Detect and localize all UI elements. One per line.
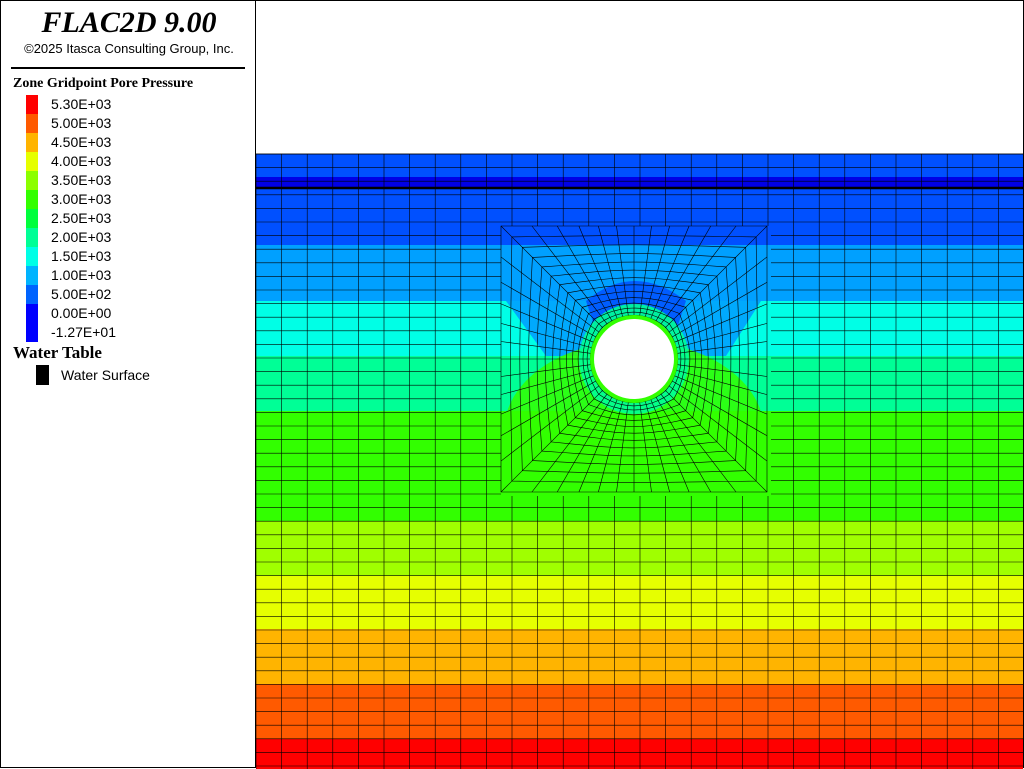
legend-label: 2.50E+03 (51, 210, 112, 226)
legend-label: 5.00E+03 (51, 115, 112, 131)
contour-band (256, 739, 1023, 769)
legend-swatch (26, 304, 38, 323)
plot-panel[interactable] (256, 0, 1024, 769)
legend-panel: FLAC2D 9.00 ©2025 Itasca Consulting Grou… (0, 0, 256, 768)
legend-swatch (26, 323, 38, 342)
legend-swatch (26, 285, 38, 304)
legend-label: 5.00E+02 (51, 286, 112, 302)
app-title: FLAC2D 9.00 (41, 6, 217, 39)
contour-band (256, 629, 1023, 684)
contour-band (256, 189, 1023, 245)
legend-label: 4.50E+03 (51, 134, 112, 150)
tunnel-opening (594, 319, 674, 399)
legend-swatch (26, 95, 38, 114)
legend-label: 1.00E+03 (51, 267, 112, 283)
water-surface-label: Water Surface (61, 367, 150, 383)
legend-swatch (26, 171, 38, 190)
legend-swatch (26, 114, 38, 133)
legend-swatch (26, 228, 38, 247)
legend-label: 3.00E+03 (51, 191, 112, 207)
legend-swatch (26, 266, 38, 285)
contour-legend-title: Zone Gridpoint Pore Pressure (13, 76, 194, 91)
legend-label: 5.30E+03 (51, 96, 112, 112)
legend-label: 4.00E+03 (51, 153, 112, 169)
legend-label: 3.50E+03 (51, 172, 112, 188)
legend-swatch (26, 133, 38, 152)
legend-swatch (26, 247, 38, 266)
legend-label: -1.27E+01 (51, 324, 116, 340)
legend-label: 2.00E+03 (51, 229, 112, 245)
title-divider (11, 67, 245, 69)
legend-swatch (26, 190, 38, 209)
legend-label: 1.50E+03 (51, 248, 112, 264)
water-surface-swatch (36, 365, 49, 385)
legend-swatch (26, 209, 38, 228)
legend-swatch (26, 152, 38, 171)
water-table-title: Water Table (13, 343, 102, 362)
pore-pressure-plot[interactable] (256, 1, 1023, 769)
contour-band (256, 154, 1023, 177)
legend-label: 0.00E+00 (51, 305, 112, 321)
copyright-text: ©2025 Itasca Consulting Group, Inc. (24, 41, 234, 56)
